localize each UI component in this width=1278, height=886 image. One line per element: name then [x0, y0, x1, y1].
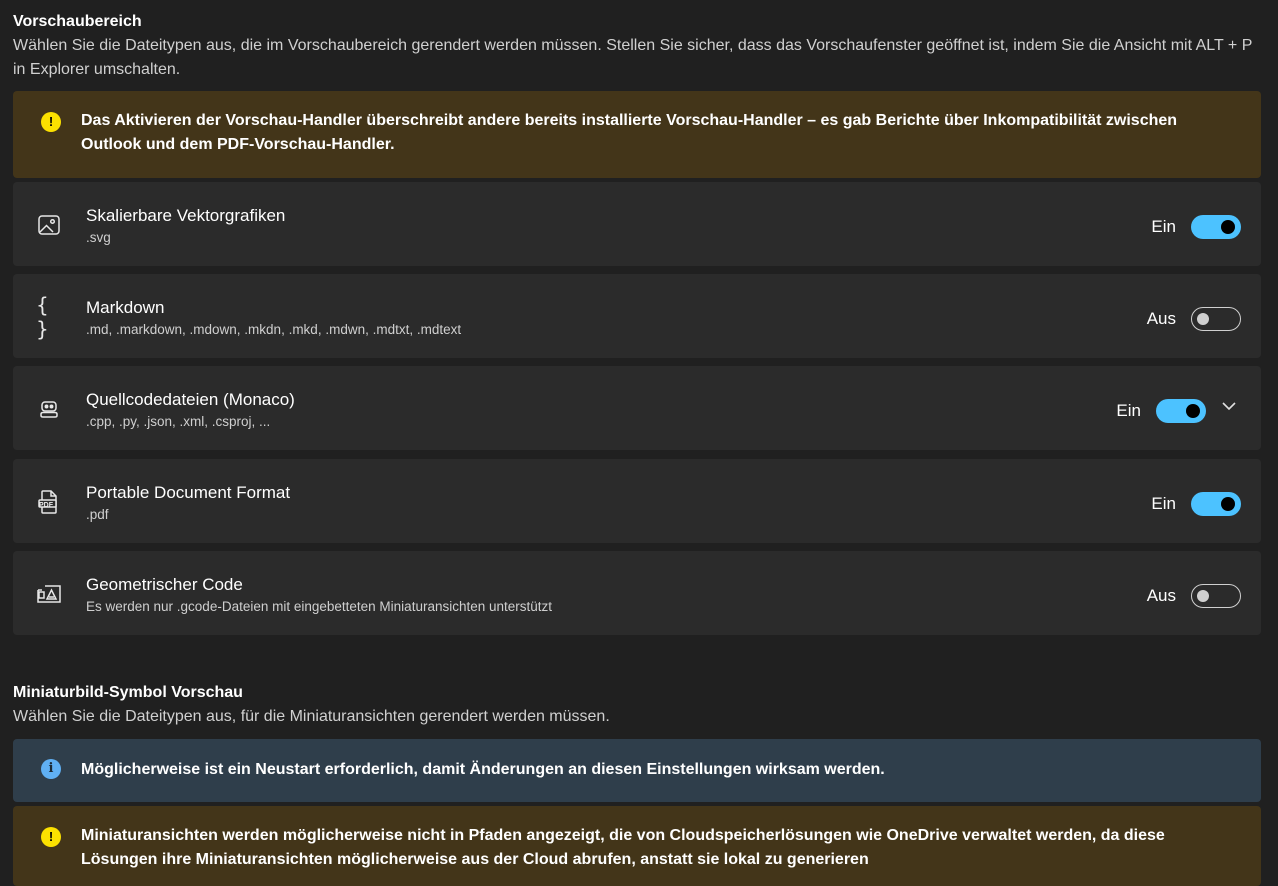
preview-item-extensions: Es werden nur .gcode-Dateien mit eingebe…: [86, 599, 553, 614]
toggle-knob: [1186, 404, 1200, 418]
image-icon: [36, 212, 62, 238]
preview-item-title: Quellcodedateien (Monaco): [86, 390, 295, 409]
toggle-state-label: Ein: [1151, 217, 1176, 236]
thumbnail-warning-bar: ! Miniaturansichten werden möglicherweis…: [13, 806, 1261, 886]
toggle-state-label: Ein: [1151, 494, 1176, 513]
preview-section-description: Wählen Sie die Dateitypen aus, die im Vo…: [13, 37, 1253, 78]
toggle-knob: [1197, 590, 1209, 602]
markdown-preview-toggle[interactable]: [1191, 307, 1241, 331]
preview-item-gcode: Geometrischer Code Es werden nur .gcode-…: [13, 551, 1261, 635]
gcode-preview-toggle[interactable]: [1191, 584, 1241, 608]
thumbnail-info-text: Möglicherweise ist ein Neustart erforder…: [81, 761, 885, 778]
preview-item-svg: Skalierbare Vektorgrafiken .svg Ein: [13, 182, 1261, 266]
svg-preview-toggle[interactable]: [1191, 215, 1241, 239]
monaco-preview-toggle[interactable]: [1156, 399, 1206, 423]
pdf-preview-toggle[interactable]: [1191, 492, 1241, 516]
chevron-down-icon[interactable]: [1219, 396, 1239, 416]
thumbnail-warning-text: Miniaturansichten werden möglicherweise …: [81, 827, 1165, 868]
toggle-knob: [1197, 313, 1209, 325]
pdf-icon-label: PDF: [39, 502, 53, 509]
preview-item-extensions: .md, .markdown, .mdown, .mkdn, .mkd, .md…: [86, 322, 462, 337]
braces-icon: { }: [36, 293, 49, 341]
preview-item-markdown: { } Markdown .md, .markdown, .mdown, .mk…: [13, 274, 1261, 358]
toggle-knob: [1221, 497, 1235, 511]
toggle-knob: [1221, 220, 1235, 234]
preview-item-monaco: Quellcodedateien (Monaco) .cpp, .py, .js…: [13, 366, 1261, 450]
preview-item-title: Skalierbare Vektorgrafiken: [86, 206, 286, 225]
warning-icon: !: [41, 827, 61, 847]
preview-item-extensions: .svg: [86, 230, 111, 245]
preview-item-extensions: .cpp, .py, .json, .xml, .csproj, ...: [86, 414, 271, 429]
preview-item-title: Geometrischer Code: [86, 575, 243, 594]
thumbnail-section-title: Miniaturbild-Symbol Vorschau: [13, 684, 243, 701]
toggle-state-label: Aus: [1146, 309, 1176, 328]
preview-item-pdf: PDF Portable Document Format .pdf Ein: [13, 459, 1261, 543]
preview-warning-bar: ! Das Aktivieren der Vorschau-Handler üb…: [13, 91, 1261, 178]
pdf-icon: PDF: [36, 489, 62, 515]
geometry-icon: [36, 581, 62, 607]
preview-item-title: Markdown: [86, 298, 165, 317]
preview-warning-text: Das Aktivieren der Vorschau-Handler über…: [81, 112, 1178, 153]
warning-icon: !: [41, 112, 61, 132]
toggle-state-label: Aus: [1146, 586, 1176, 605]
thumbnail-info-bar: i Möglicherweise ist ein Neustart erford…: [13, 739, 1261, 802]
robot-icon: [36, 396, 62, 422]
toggle-state-label: Ein: [1116, 401, 1141, 420]
preview-item-extensions: .pdf: [86, 507, 109, 522]
thumbnail-section-description: Wählen Sie die Dateitypen aus, für die M…: [13, 708, 610, 725]
preview-item-title: Portable Document Format: [86, 483, 291, 502]
info-icon: i: [41, 759, 61, 779]
preview-section-title: Vorschaubereich: [13, 13, 142, 30]
